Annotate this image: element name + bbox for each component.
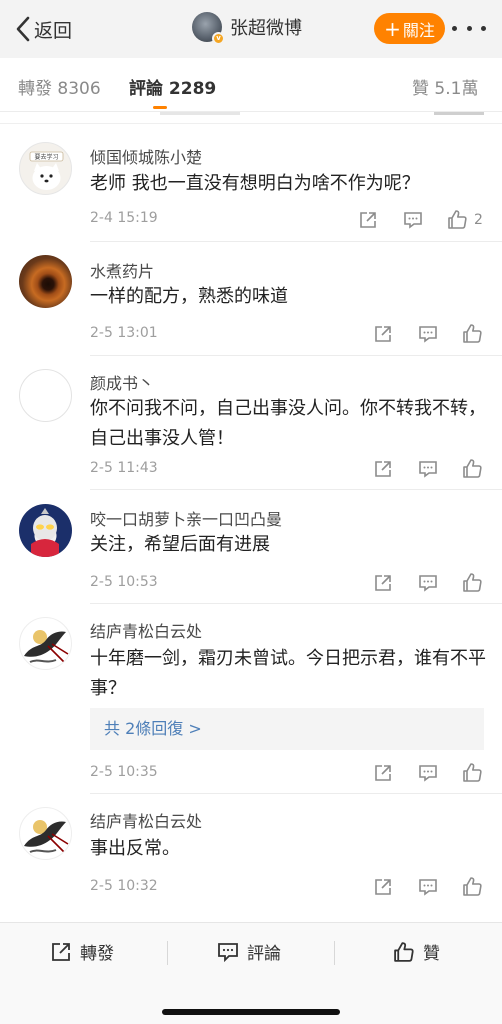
tab-likes[interactable]: 贊 5.1萬	[412, 74, 478, 99]
ink-painting-avatar-image	[24, 630, 69, 663]
comment-time: 2-5 10:53	[90, 574, 158, 590]
comment-item: 咬一口胡萝卜亲一口凹凸曼 关注，希望后面有进展 2-5 10:53	[0, 490, 502, 604]
avatar[interactable]: 要去学习	[19, 142, 72, 195]
like-button[interactable]	[462, 323, 483, 344]
comment-actions: 2	[358, 209, 483, 230]
like-count: 2	[474, 211, 483, 228]
tab-bar: 轉發 8306 評論 2289 贊 5.1萬	[0, 58, 502, 112]
like-button[interactable]: 贊	[393, 939, 440, 964]
dog-avatar-image: 要去学习	[29, 151, 64, 190]
share-icon[interactable]	[373, 324, 393, 344]
avatar[interactable]: v	[192, 12, 225, 45]
thumb-up-icon	[463, 573, 482, 592]
reply-count-link[interactable]: 共 2條回復 >	[90, 708, 484, 750]
comment-time: 2-5 11:43	[90, 460, 158, 476]
comment-time: 2-5 10:35	[90, 764, 158, 780]
svg-text:要去学习: 要去学习	[34, 153, 58, 161]
comment-actions	[373, 458, 483, 479]
comment-icon[interactable]	[418, 763, 438, 783]
active-tab-indicator	[153, 106, 167, 109]
comment-time: 2-4 15:19	[90, 210, 158, 226]
comment-actions	[373, 876, 483, 897]
page-title: 张超微博	[230, 18, 302, 39]
follow-label: 關注	[402, 20, 435, 40]
back-label: 返回	[34, 19, 73, 42]
comment-author[interactable]: 水煮药片	[90, 258, 154, 282]
avatar[interactable]	[19, 369, 72, 422]
like-button[interactable]	[462, 458, 483, 479]
avatar[interactable]	[19, 504, 72, 557]
ink-painting-avatar-image	[24, 820, 69, 853]
comment-icon[interactable]	[418, 324, 438, 344]
comment-actions	[373, 572, 483, 593]
share-icon[interactable]	[373, 877, 393, 897]
tab-repost[interactable]: 轉發 8306	[18, 74, 101, 99]
comment-item: 颜成书丶 你不问我不问，自己出事没人问。你不转我不转，自己出事没人管！ 2-5 …	[0, 356, 502, 490]
repost-label: 轉發	[80, 944, 114, 964]
comment-icon[interactable]	[418, 573, 438, 593]
thumb-up-icon	[448, 210, 467, 229]
tab-comments[interactable]: 評論 2289	[129, 74, 216, 99]
comment-author[interactable]: 颜成书丶	[90, 370, 154, 394]
comment-time: 2-5 10:32	[90, 878, 158, 894]
comment-time: 2-5 13:01	[90, 325, 158, 341]
verified-badge-icon: v	[212, 32, 225, 45]
thumb-up-icon	[463, 459, 482, 478]
thumb-up-icon	[463, 877, 482, 896]
follow-button[interactable]: + 關注	[374, 13, 445, 44]
comment-text: 老师 我也一直没有想明白为啥不作为呢？	[90, 173, 420, 194]
comment-text: 事出反常。	[90, 838, 180, 859]
comment-button[interactable]: 評論	[217, 939, 281, 964]
comment-icon[interactable]	[403, 210, 423, 230]
bottom-action-bar: 轉發 評論 贊	[0, 922, 502, 1024]
like-button[interactable]	[462, 572, 483, 593]
comment-text: 一样的配方，熟悉的味道	[90, 286, 288, 307]
comment-author[interactable]: 咬一口胡萝卜亲一口凹凸曼	[90, 506, 282, 530]
comment-item: 结庐青松白云处 事出反常。 2-5 10:32	[0, 794, 502, 909]
thumb-up-icon	[463, 763, 482, 782]
comment-item: 水煮药片 一样的配方，熟悉的味道 2-5 13:01	[0, 242, 502, 356]
repost-icon	[52, 942, 70, 961]
comment-text: 十年磨一剑，霜刃未曾试。今日把示君，谁有不平事？	[90, 648, 486, 699]
comment-label: 評論	[247, 944, 281, 964]
comment-text: 关注，希望后面有进展	[90, 534, 270, 555]
comment-author[interactable]: 结庐青松白云处	[90, 618, 202, 642]
comment-icon	[218, 942, 238, 962]
share-icon[interactable]	[373, 763, 393, 783]
chevron-left-icon	[16, 16, 30, 42]
share-icon[interactable]	[373, 459, 393, 479]
avatar[interactable]	[19, 255, 72, 308]
like-button[interactable]	[462, 876, 483, 897]
home-indicator[interactable]	[162, 1009, 340, 1015]
repost-button[interactable]: 轉發	[50, 939, 114, 964]
comment-actions	[373, 323, 483, 344]
more-dots-icon[interactable]	[452, 20, 486, 36]
comment-icon[interactable]	[418, 459, 438, 479]
share-icon[interactable]	[373, 573, 393, 593]
like-button[interactable]: 2	[447, 209, 483, 230]
comment-item: 要去学习 倾国倾城陈小楚 老师 我也一直没有想明白为啥不作为呢？ 2-4 15:…	[0, 125, 502, 242]
profile-title[interactable]: v 张超微博	[192, 12, 302, 45]
back-button[interactable]: 返回	[14, 14, 72, 44]
thumb-up-icon	[394, 941, 414, 962]
like-button[interactable]	[462, 762, 483, 783]
like-label: 贊	[423, 944, 440, 964]
comment-actions	[373, 762, 483, 783]
avatar[interactable]	[19, 617, 72, 670]
top-nav-bar: 返回 v 张超微博 + 關注	[0, 0, 502, 58]
thumb-up-icon	[463, 324, 482, 343]
comment-icon[interactable]	[418, 877, 438, 897]
comment-author[interactable]: 结庐青松白云处	[90, 808, 202, 832]
comment-author[interactable]: 倾国倾城陈小楚	[90, 144, 202, 168]
scroll-edge	[0, 112, 502, 124]
avatar[interactable]	[19, 807, 72, 860]
comment-item: 结庐青松白云处 十年磨一剑，霜刃未曾试。今日把示君，谁有不平事？ 共 2條回復 …	[0, 604, 502, 794]
hero-avatar-image	[31, 508, 59, 557]
comment-text: 你不问我不问，自己出事没人问。你不转我不转，自己出事没人管！	[90, 398, 486, 449]
plus-icon: +	[384, 16, 401, 41]
share-icon[interactable]	[358, 210, 378, 230]
